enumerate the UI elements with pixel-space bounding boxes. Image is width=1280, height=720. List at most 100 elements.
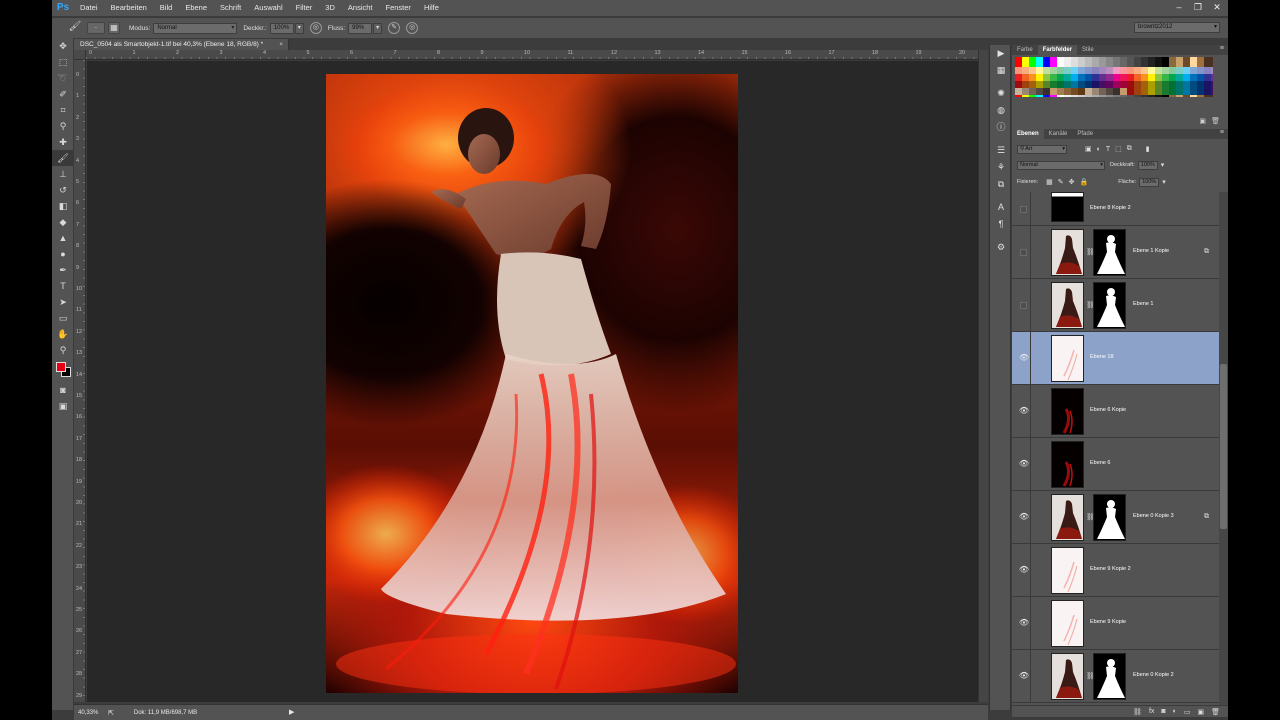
info-icon[interactable]: ⓘ — [990, 119, 1012, 136]
lasso-tool-icon[interactable]: ➰ — [52, 70, 74, 86]
screen-mode-icon[interactable]: ▣ — [52, 398, 74, 414]
chevron-down-icon[interactable]: ▾ — [1162, 178, 1166, 186]
layer-filter-select[interactable]: ⚲ Art ▾ — [1017, 144, 1067, 154]
tab-ebenen[interactable]: Ebenen — [1012, 129, 1044, 139]
foreground-color-swatch[interactable] — [56, 362, 66, 372]
lock-all-icon[interactable]: 🔒 — [1079, 178, 1088, 186]
layer-opacity-input[interactable]: 100% — [1137, 160, 1158, 170]
brush-presets-icon[interactable]: ◍ — [990, 102, 1012, 119]
lock-position-icon[interactable]: ✥ — [1069, 178, 1075, 186]
layer-name[interactable]: Ebene 18 — [1090, 354, 1114, 360]
layer-name[interactable]: Ebene 6 — [1090, 460, 1111, 466]
menu-item-bearbeiten[interactable]: Bearbeiten — [105, 0, 154, 16]
layer-name[interactable]: Ebene 9 Kopie — [1090, 619, 1126, 625]
eye-icon[interactable]: 👁 — [1018, 406, 1030, 416]
menu-item-ansicht[interactable]: Ansicht — [342, 0, 380, 16]
flow-slider-toggle[interactable]: ▾ — [373, 22, 383, 34]
filter-type-icon[interactable]: T — [1106, 146, 1110, 153]
layer-thumbnail[interactable] — [1051, 192, 1084, 222]
panel-menu-icon[interactable]: ≡ — [1220, 45, 1224, 52]
layer-mask-thumbnail[interactable] — [1093, 653, 1126, 700]
blur-tool-icon[interactable]: ▲ — [52, 230, 74, 246]
tab-stile[interactable]: Stile — [1077, 45, 1099, 55]
filter-toggle-icon[interactable]: ▮ — [1146, 145, 1150, 153]
clone-source-icon[interactable]: ⚘ — [990, 159, 1012, 176]
opacity-input[interactable]: 100% — [269, 22, 294, 34]
menu-item-ebene[interactable]: Ebene — [179, 0, 214, 16]
move-tool-icon[interactable]: ✥ — [52, 38, 74, 54]
pressure-opacity-icon[interactable]: ◎ — [309, 22, 322, 34]
swatches-grid-row-3[interactable] — [1015, 74, 1213, 81]
menu-item-3d[interactable]: 3D — [319, 0, 342, 16]
layer-row[interactable]: 👁 Ebene 9 Kopie — [1012, 597, 1219, 650]
pen-tool-icon[interactable]: ✒ — [52, 262, 74, 278]
layer-thumbnail[interactable] — [1051, 335, 1084, 382]
document-canvas[interactable] — [326, 74, 738, 693]
document-tab[interactable]: DSC_0504 als Smartobjekt-1.tif bei 40,3%… — [74, 39, 289, 50]
filter-adjustment-icon[interactable]: ◐ — [1097, 146, 1101, 153]
zoom-tool-icon[interactable]: ⚲ — [52, 342, 74, 358]
layer-row[interactable]: ⛓ Ebene 1 — [1012, 279, 1219, 332]
export-icon[interactable]: ⇱ — [108, 709, 114, 717]
quick-mask-icon[interactable]: ◙ — [52, 382, 74, 398]
chevron-down-icon[interactable]: ▾ — [1161, 161, 1165, 169]
layer-thumbnail[interactable] — [1051, 653, 1084, 700]
paragraph-icon[interactable]: ¶ — [990, 216, 1012, 233]
canvas-vertical-scrollbar[interactable] — [978, 50, 988, 702]
layer-row[interactable]: 👁 Ebene 9 Kopie 2 — [1012, 544, 1219, 597]
new-group-icon[interactable]: ▭ — [1184, 708, 1191, 716]
status-menu-arrow-icon[interactable]: ▶ — [289, 708, 294, 716]
lock-transparent-icon[interactable]: ▦ — [1046, 178, 1053, 186]
adjustment-layer-icon[interactable]: ◐ — [1173, 708, 1177, 715]
mode-select[interactable]: Normal ▾ — [153, 22, 238, 34]
menu-item-datei[interactable]: Datei — [74, 0, 105, 16]
pressure-size-icon[interactable]: ◎ — [406, 22, 419, 34]
swatches-grid-row-5[interactable] — [1015, 88, 1127, 95]
layer-row[interactable]: ⛓ Ebene 1 Kopie ⧉ — [1012, 226, 1219, 279]
eye-icon[interactable]: 👁 — [1018, 565, 1030, 575]
ruler-origin[interactable] — [74, 50, 86, 60]
tool-presets-icon[interactable]: ⧉ — [990, 176, 1012, 193]
eye-icon[interactable]: 👁 — [1018, 459, 1030, 469]
layer-name[interactable]: Ebene 8 Kopie 2 — [1090, 205, 1131, 211]
lock-image-icon[interactable]: ✎ — [1058, 178, 1064, 186]
maximize-button[interactable]: ❐ — [1191, 0, 1205, 14]
visibility-off-box[interactable] — [1020, 302, 1027, 309]
layer-row[interactable]: 👁 ⛓ Ebene 0 Kopie 3 ⧉ — [1012, 491, 1219, 544]
menu-item-filter[interactable]: Filter — [290, 0, 320, 16]
eye-icon[interactable]: 👁 — [1018, 512, 1030, 522]
opacity-slider-toggle[interactable]: ▾ — [294, 22, 304, 34]
tab-pfade[interactable]: Pfade — [1072, 129, 1098, 139]
close-document-icon[interactable]: × — [279, 39, 283, 50]
eye-icon[interactable]: 👁 — [1018, 353, 1030, 363]
clone-stamp-tool-icon[interactable]: ⊥ — [52, 166, 74, 182]
layer-name[interactable]: Ebene 9 Kopie 2 — [1090, 566, 1131, 572]
layer-thumbnail[interactable] — [1051, 494, 1084, 541]
properties-icon[interactable]: ⚙ — [990, 239, 1012, 256]
healing-brush-tool-icon[interactable]: ✚ — [52, 134, 74, 150]
visibility-off-box[interactable] — [1020, 205, 1027, 213]
layer-thumbnail[interactable] — [1051, 388, 1084, 435]
layer-style-icon[interactable]: fx — [1149, 708, 1154, 715]
layer-thumbnail[interactable] — [1051, 441, 1084, 488]
crop-tool-icon[interactable]: ⌗ — [52, 102, 74, 118]
layer-row[interactable]: 👁 Ebene 6 — [1012, 438, 1219, 491]
path-selection-tool-icon[interactable]: ➤ — [52, 294, 74, 310]
layer-mask-thumbnail[interactable] — [1093, 282, 1126, 329]
menu-item-auswahl[interactable]: Auswahl — [248, 0, 289, 16]
layer-mask-thumbnail[interactable] — [1093, 494, 1126, 541]
type-tool-icon[interactable]: T — [52, 278, 74, 294]
eyedropper-tool-icon[interactable]: ⚲ — [52, 118, 74, 134]
hand-tool-icon[interactable]: ✋ — [52, 326, 74, 342]
layer-row[interactable]: 👁 ⛓ Ebene 0 Kopie 2 — [1012, 650, 1219, 703]
paint-bucket-tool-icon[interactable]: ◆ — [52, 214, 74, 230]
workspace-select[interactable]: browntz2012 ▾ — [1134, 22, 1220, 33]
history-icon[interactable]: ▦ — [990, 62, 1012, 79]
minimize-button[interactable]: – — [1172, 0, 1186, 14]
brush-panel-toggle-icon[interactable]: ▦ — [108, 22, 120, 34]
tab-farbfelder[interactable]: Farbfelder — [1037, 45, 1078, 55]
zoom-level[interactable]: 40,33% — [74, 710, 108, 716]
marquee-tool-icon[interactable]: ⬚ — [52, 54, 74, 70]
new-swatch-icon[interactable]: ▣ — [1199, 117, 1206, 125]
menu-item-hilfe[interactable]: Hilfe — [418, 0, 446, 16]
